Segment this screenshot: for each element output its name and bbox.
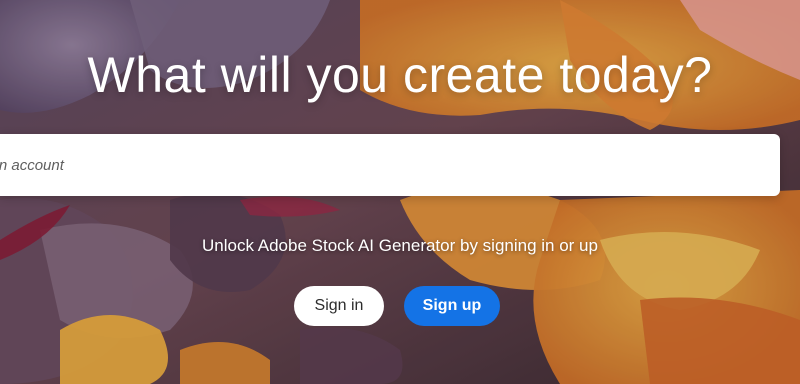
unlock-message: Unlock Adobe Stock AI Generator by signi… (202, 236, 598, 255)
page-title: What will you create today? (87, 47, 713, 103)
sign-in-button[interactable]: Sign in (294, 286, 384, 326)
sign-up-button[interactable]: Sign up (404, 286, 500, 326)
prompt-bar[interactable] (0, 134, 780, 196)
prompt-input[interactable] (0, 134, 780, 196)
